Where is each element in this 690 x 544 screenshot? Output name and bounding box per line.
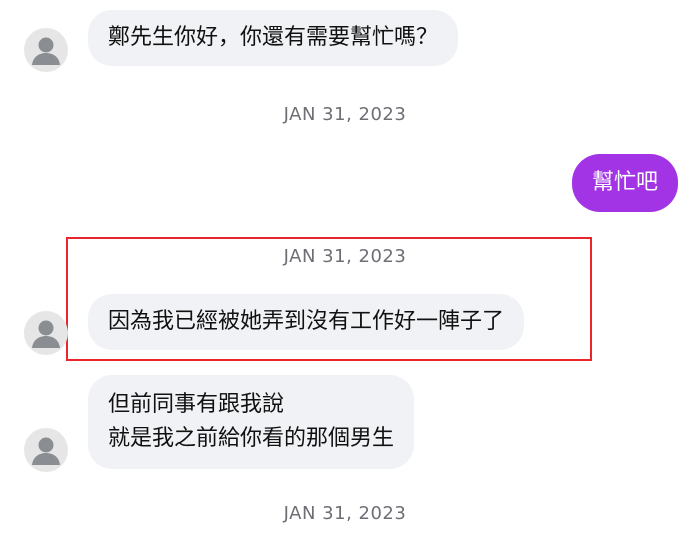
avatar[interactable] (24, 311, 68, 355)
message-text: 鄭先生你好，你還有需要幫忙嗎？ (108, 25, 439, 50)
message-bubble-incoming[interactable]: 但前同事有跟我說 就是我之前給你看的那個男生 (88, 375, 415, 469)
avatar[interactable] (24, 428, 68, 472)
message-bubble-incoming[interactable]: 因為我已經被她弄到沒有工作好一陣子了 (88, 294, 525, 350)
message-bubble-outgoing[interactable]: 幫忙吧 (571, 154, 678, 212)
timestamp: JAN 31, 2023 (283, 104, 407, 125)
message-text-line: 但前同事有跟我說 (108, 392, 285, 417)
avatar[interactable] (24, 28, 68, 72)
default-user-icon (32, 320, 60, 348)
timestamp: JAN 31, 2023 (283, 503, 407, 524)
message-text-line: 就是我之前給你看的那個男生 (108, 426, 395, 451)
message-bubble-incoming[interactable]: 鄭先生你好，你還有需要幫忙嗎？ (88, 10, 459, 66)
message-text: 幫忙吧 (591, 170, 658, 195)
default-user-icon (32, 437, 60, 465)
timestamp: JAN 31, 2023 (283, 246, 407, 267)
message-text: 因為我已經被她弄到沒有工作好一陣子了 (108, 309, 505, 334)
default-user-icon (32, 37, 60, 65)
